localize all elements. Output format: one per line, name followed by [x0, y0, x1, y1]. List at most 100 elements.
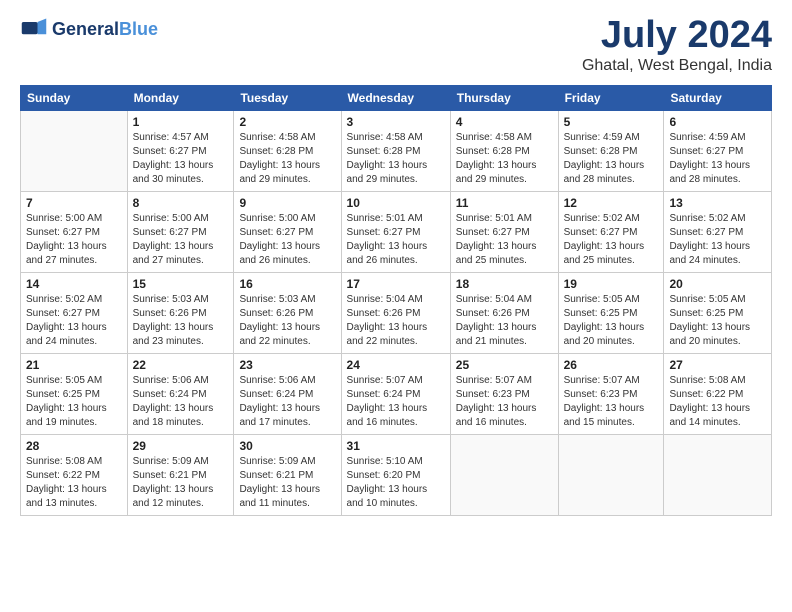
header-saturday: Saturday	[664, 85, 772, 110]
day-info: Sunrise: 5:08 AMSunset: 6:22 PMDaylight:…	[669, 374, 766, 430]
logo-icon	[20, 15, 48, 43]
day-number: 20	[669, 277, 766, 291]
day-number: 24	[347, 358, 445, 372]
table-row: 25 Sunrise: 5:07 AMSunset: 6:23 PMDayligh…	[450, 353, 558, 434]
table-row: 4 Sunrise: 4:58 AMSunset: 6:28 PMDaylight…	[450, 110, 558, 191]
table-row	[450, 434, 558, 515]
day-number: 27	[669, 358, 766, 372]
calendar-table: Sunday Monday Tuesday Wednesday Thursday…	[20, 85, 772, 516]
table-row: 22 Sunrise: 5:06 AMSunset: 6:24 PMDayligh…	[127, 353, 234, 434]
table-row	[558, 434, 664, 515]
day-number: 18	[456, 277, 553, 291]
table-row: 8Sunrise: 5:00 AMSunset: 6:27 PMDaylight…	[127, 191, 234, 272]
day-info: Sunrise: 4:57 AMSunset: 6:27 PMDaylight:…	[133, 131, 229, 187]
day-info: Sunrise: 5:09 AMSunset: 6:21 PMDaylight:…	[133, 455, 229, 511]
table-row: 23Sunrise: 5:06 AMSunset: 6:24 PMDayligh…	[234, 353, 341, 434]
day-info: Sunrise: 5:05 AMSunset: 6:25 PMDaylight:…	[26, 374, 122, 430]
table-row	[21, 110, 128, 191]
day-info: Sunrise: 5:02 AMSunset: 6:27 PMDaylight:…	[564, 212, 659, 268]
day-number: 4	[456, 115, 553, 129]
day-number: 7	[26, 196, 122, 210]
table-row: 16Sunrise: 5:03 AMSunset: 6:26 PMDayligh…	[234, 272, 341, 353]
day-number: 25	[456, 358, 553, 372]
day-info: Sunrise: 4:58 AMSunset: 6:28 PMDaylight:…	[239, 131, 335, 187]
calendar-week-row: 21 Sunrise: 5:05 AMSunset: 6:25 PMDayligh…	[21, 353, 772, 434]
day-info: Sunrise: 5:00 AMSunset: 6:27 PMDaylight:…	[239, 212, 335, 268]
title-area: July 2024 Ghatal, West Bengal, India	[582, 15, 772, 75]
page: GeneralBlue July 2024 Ghatal, West Benga…	[0, 0, 792, 612]
table-row: 29 Sunrise: 5:09 AMSunset: 6:21 PMDayligh…	[127, 434, 234, 515]
day-info: Sunrise: 4:58 AMSunset: 6:28 PMDaylight:…	[456, 131, 553, 187]
header-friday: Friday	[558, 85, 664, 110]
table-row: 26Sunrise: 5:07 AMSunset: 6:23 PMDayligh…	[558, 353, 664, 434]
day-number: 19	[564, 277, 659, 291]
day-info: Sunrise: 5:01 AMSunset: 6:27 PMDaylight:…	[456, 212, 553, 268]
day-info: Sunrise: 5:04 AMSunset: 6:26 PMDaylight:…	[456, 293, 553, 349]
header-monday: Monday	[127, 85, 234, 110]
day-number: 13	[669, 196, 766, 210]
day-info: Sunrise: 5:02 AMSunset: 6:27 PMDaylight:…	[26, 293, 122, 349]
table-row: 24 Sunrise: 5:07 AMSunset: 6:24 PMDayligh…	[341, 353, 450, 434]
header: GeneralBlue July 2024 Ghatal, West Benga…	[20, 15, 772, 75]
day-number: 29	[133, 439, 229, 453]
day-number: 31	[347, 439, 445, 453]
logo-text: GeneralBlue	[52, 19, 158, 40]
table-row: 13 Sunrise: 5:02 AMSunset: 6:27 PMDayligh…	[664, 191, 772, 272]
day-info: Sunrise: 5:06 AMSunset: 6:24 PMDaylight:…	[239, 374, 335, 430]
calendar-week-row: 7 Sunrise: 5:00 AMSunset: 6:27 PMDaylight…	[21, 191, 772, 272]
day-info: Sunrise: 5:08 AMSunset: 6:22 PMDaylight:…	[26, 455, 122, 511]
table-row: 1 Sunrise: 4:57 AMSunset: 6:27 PMDaylight…	[127, 110, 234, 191]
day-info: Sunrise: 4:59 AMSunset: 6:28 PMDaylight:…	[564, 131, 659, 187]
day-number: 10	[347, 196, 445, 210]
day-info: Sunrise: 5:02 AMSunset: 6:27 PMDaylight:…	[669, 212, 766, 268]
day-info: Sunrise: 5:04 AMSunset: 6:26 PMDaylight:…	[347, 293, 445, 349]
table-row: 27 Sunrise: 5:08 AMSunset: 6:22 PMDayligh…	[664, 353, 772, 434]
calendar-week-row: 14 Sunrise: 5:02 AMSunset: 6:27 PMDayligh…	[21, 272, 772, 353]
day-info: Sunrise: 5:05 AMSunset: 6:25 PMDaylight:…	[564, 293, 659, 349]
table-row: 6Sunrise: 4:59 AMSunset: 6:27 PMDaylight…	[664, 110, 772, 191]
day-info: Sunrise: 5:00 AMSunset: 6:27 PMDaylight:…	[26, 212, 122, 268]
day-number: 14	[26, 277, 122, 291]
day-number: 2	[239, 115, 335, 129]
table-row: 19 Sunrise: 5:05 AMSunset: 6:25 PMDayligh…	[558, 272, 664, 353]
calendar-week-row: 28 Sunrise: 5:08 AMSunset: 6:22 PMDayligh…	[21, 434, 772, 515]
day-info: Sunrise: 4:58 AMSunset: 6:28 PMDaylight:…	[347, 131, 445, 187]
table-row: 18 Sunrise: 5:04 AMSunset: 6:26 PMDayligh…	[450, 272, 558, 353]
table-row: 30 Sunrise: 5:09 AMSunset: 6:21 PMDayligh…	[234, 434, 341, 515]
day-number: 26	[564, 358, 659, 372]
table-row: 21 Sunrise: 5:05 AMSunset: 6:25 PMDayligh…	[21, 353, 128, 434]
day-info: Sunrise: 5:05 AMSunset: 6:25 PMDaylight:…	[669, 293, 766, 349]
table-row: 5Sunrise: 4:59 AMSunset: 6:28 PMDaylight…	[558, 110, 664, 191]
table-row: 31 Sunrise: 5:10 AMSunset: 6:20 PMDayligh…	[341, 434, 450, 515]
table-row: 3 Sunrise: 4:58 AMSunset: 6:28 PMDaylight…	[341, 110, 450, 191]
table-row: 7 Sunrise: 5:00 AMSunset: 6:27 PMDaylight…	[21, 191, 128, 272]
day-info: Sunrise: 5:09 AMSunset: 6:21 PMDaylight:…	[239, 455, 335, 511]
day-number: 3	[347, 115, 445, 129]
day-number: 16	[239, 277, 335, 291]
calendar-header-row: Sunday Monday Tuesday Wednesday Thursday…	[21, 85, 772, 110]
day-number: 22	[133, 358, 229, 372]
day-number: 15	[133, 277, 229, 291]
table-row	[664, 434, 772, 515]
table-row: 2 Sunrise: 4:58 AMSunset: 6:28 PMDaylight…	[234, 110, 341, 191]
day-info: Sunrise: 5:06 AMSunset: 6:24 PMDaylight:…	[133, 374, 229, 430]
day-number: 30	[239, 439, 335, 453]
day-info: Sunrise: 4:59 AMSunset: 6:27 PMDaylight:…	[669, 131, 766, 187]
header-wednesday: Wednesday	[341, 85, 450, 110]
header-sunday: Sunday	[21, 85, 128, 110]
day-info: Sunrise: 5:10 AMSunset: 6:20 PMDaylight:…	[347, 455, 445, 511]
day-info: Sunrise: 5:07 AMSunset: 6:24 PMDaylight:…	[347, 374, 445, 430]
table-row: 11Sunrise: 5:01 AMSunset: 6:27 PMDayligh…	[450, 191, 558, 272]
header-thursday: Thursday	[450, 85, 558, 110]
table-row: 17Sunrise: 5:04 AMSunset: 6:26 PMDayligh…	[341, 272, 450, 353]
day-info: Sunrise: 5:03 AMSunset: 6:26 PMDaylight:…	[133, 293, 229, 349]
day-number: 12	[564, 196, 659, 210]
table-row: 14 Sunrise: 5:02 AMSunset: 6:27 PMDayligh…	[21, 272, 128, 353]
logo: GeneralBlue	[20, 15, 158, 43]
day-info: Sunrise: 5:00 AMSunset: 6:27 PMDaylight:…	[133, 212, 229, 268]
day-number: 1	[133, 115, 229, 129]
day-number: 28	[26, 439, 122, 453]
table-row: 15 Sunrise: 5:03 AMSunset: 6:26 PMDayligh…	[127, 272, 234, 353]
day-number: 21	[26, 358, 122, 372]
day-info: Sunrise: 5:07 AMSunset: 6:23 PMDaylight:…	[456, 374, 553, 430]
